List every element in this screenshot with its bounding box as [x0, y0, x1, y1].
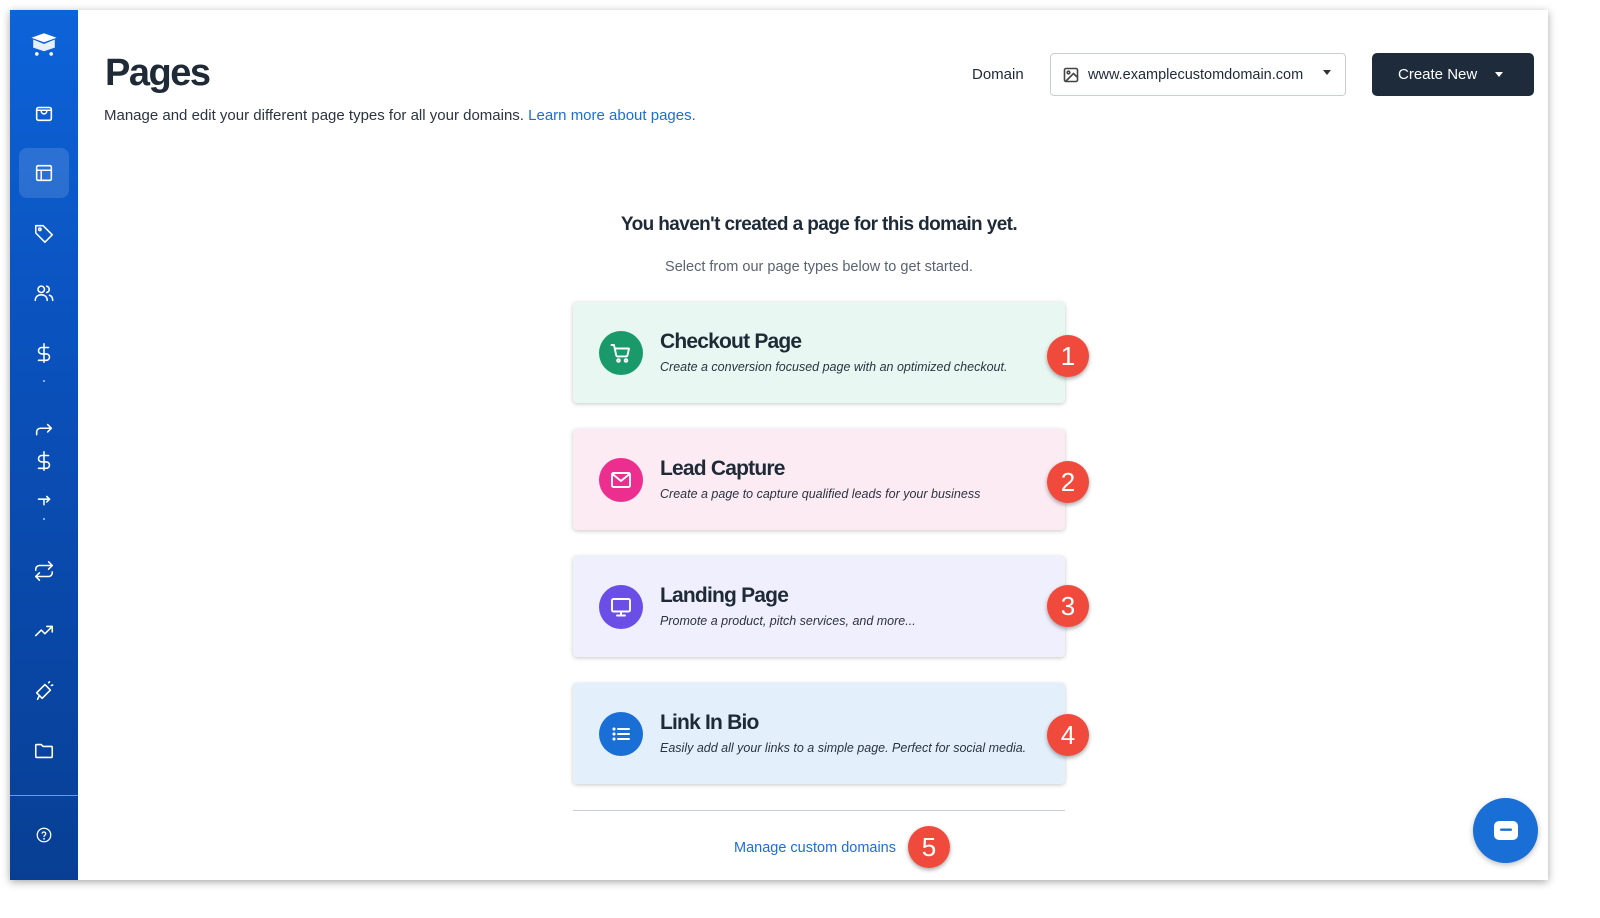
- sidebar-dot: [43, 518, 45, 520]
- card-title: Landing Page: [660, 584, 789, 607]
- split-arrow-icon: [37, 495, 51, 506]
- learn-more-link[interactable]: Learn more about pages.: [528, 107, 696, 124]
- sidebar-item-analytics[interactable]: [19, 606, 69, 656]
- monitor-icon: [599, 585, 643, 629]
- create-new-label: Create New: [1398, 66, 1478, 83]
- step-badge: 3: [1047, 585, 1089, 627]
- card-description: Create a page to capture qualified leads…: [660, 487, 981, 501]
- folder-icon: [34, 743, 54, 759]
- sidebar-item-customers[interactable]: [19, 268, 69, 318]
- page-subtitle: Manage and edit your different page type…: [104, 107, 696, 124]
- empty-state-subtitle: Select from our page types below to get …: [665, 259, 973, 275]
- sidebar-item-files[interactable]: [19, 726, 69, 776]
- repeat-icon: [34, 561, 54, 581]
- shopping-bag-icon: [35, 106, 53, 122]
- chat-widget-button[interactable]: [1473, 798, 1538, 863]
- sidebar-item-help[interactable]: [19, 810, 69, 860]
- card-title: Lead Capture: [660, 457, 785, 480]
- card-title: Link In Bio: [660, 711, 759, 734]
- app-window: Pages Manage and edit your different pag…: [10, 10, 1548, 880]
- step-badge: 1: [1047, 335, 1089, 377]
- card-title: Checkout Page: [660, 330, 802, 353]
- tag-icon: [34, 224, 54, 243]
- sidebar-item-sales[interactable]: [19, 328, 69, 378]
- cart-icon: [599, 331, 643, 375]
- sidebar-item-subscriptions[interactable]: [19, 546, 69, 596]
- link-in-bio-card[interactable]: Link In Bio Easily add all your links to…: [573, 683, 1065, 784]
- chevron-down-icon: [1495, 72, 1503, 77]
- step-badge: 4: [1047, 714, 1089, 756]
- sidebar: [10, 10, 78, 880]
- manage-custom-domains-link[interactable]: Manage custom domains: [734, 840, 896, 856]
- domain-label: Domain: [972, 66, 1024, 83]
- step-badge: 5: [908, 826, 950, 868]
- empty-state-title: You haven't created a page for this doma…: [620, 214, 1018, 235]
- list-icon: [599, 712, 643, 756]
- trending-up-icon: [34, 625, 54, 637]
- card-description: Easily add all your links to a simple pa…: [660, 741, 1027, 755]
- landing-page-card[interactable]: Landing Page Promote a product, pitch se…: [573, 556, 1065, 657]
- step-badge: 2: [1047, 461, 1089, 503]
- sidebar-divider: [10, 795, 78, 796]
- help-circle-icon: [36, 827, 52, 843]
- sidebar-item-pages[interactable]: [19, 148, 69, 198]
- dollar-icon: [37, 451, 51, 471]
- users-icon: [34, 285, 54, 302]
- image-icon: [1063, 67, 1079, 83]
- domain-select[interactable]: www.examplecustomdomain.com: [1050, 53, 1346, 96]
- sidebar-dot: [43, 380, 45, 382]
- layout-icon: [35, 164, 53, 182]
- chat-icon: [1493, 820, 1518, 840]
- domain-select-value: www.examplecustomdomain.com: [1088, 66, 1304, 83]
- checkout-page-card[interactable]: Checkout Page Create a conversion focuse…: [573, 302, 1065, 403]
- divider: [573, 810, 1065, 811]
- dollar-icon: [37, 343, 51, 363]
- subtitle-text: Manage and edit your different page type…: [104, 107, 524, 124]
- sidebar-item-store[interactable]: [19, 88, 69, 138]
- card-description: Create a conversion focused page with an…: [660, 360, 1008, 374]
- sidebar-item-products[interactable]: [19, 208, 69, 258]
- mail-icon: [599, 458, 643, 502]
- megaphone-icon: [35, 681, 54, 701]
- page-title: Pages: [105, 52, 211, 94]
- lead-capture-card[interactable]: Lead Capture Create a page to capture qu…: [573, 429, 1065, 530]
- chevron-down-icon: [1323, 70, 1331, 75]
- sidebar-item-marketing[interactable]: [19, 666, 69, 716]
- card-description: Promote a product, pitch services, and m…: [660, 614, 916, 628]
- logo-icon[interactable]: [24, 24, 64, 64]
- create-new-button[interactable]: Create New: [1372, 53, 1534, 96]
